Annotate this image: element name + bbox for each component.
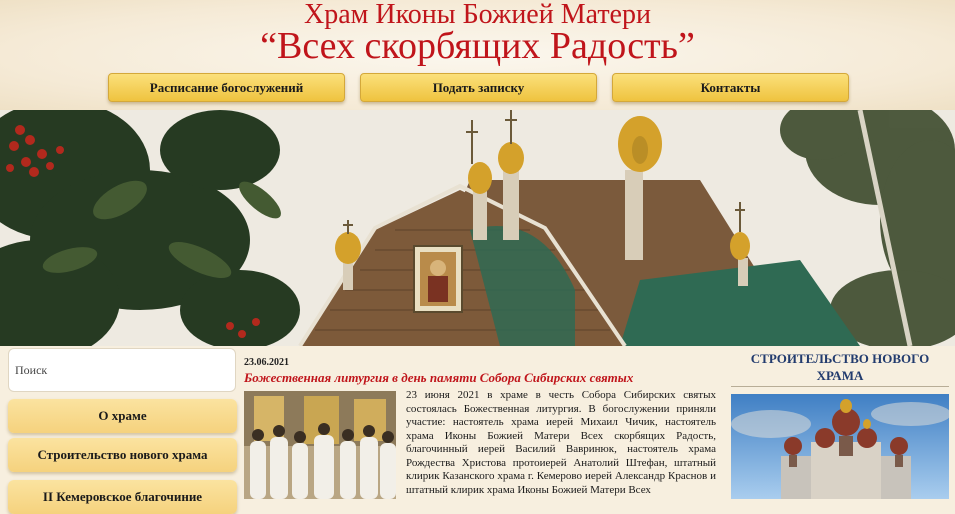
section-divider xyxy=(731,386,949,387)
nav-schedule-button[interactable]: Расписание богослужений xyxy=(108,73,345,102)
sidebar-item-deanery[interactable]: II Кемеровское благочиние xyxy=(8,480,237,514)
church-banner-illustration xyxy=(0,110,955,346)
post-excerpt: 23 июня 2021 в храме в честь Собора Сиби… xyxy=(406,389,716,496)
nav-contacts-button[interactable]: Контакты xyxy=(612,73,849,102)
new-church-section-title: СТРОИТЕЛЬСТВО НОВОГО ХРАМА xyxy=(750,351,930,383)
post-title-link[interactable]: Божественная литургия в день памяти Собо… xyxy=(244,370,633,386)
sidebar-item-about[interactable]: О храме xyxy=(8,399,237,433)
search-input[interactable] xyxy=(8,348,236,392)
post-date: 23.06.2021 xyxy=(244,357,289,368)
post-photo[interactable] xyxy=(244,391,396,499)
site-title-line2: “Всех скорбящих Радость” xyxy=(260,25,695,67)
church-banner-image xyxy=(0,110,955,346)
nav-submit-note-button[interactable]: Подать записку xyxy=(360,73,597,102)
sidebar-item-new-church-construction[interactable]: Строительство нового храма xyxy=(8,438,237,472)
new-church-photo[interactable] xyxy=(731,394,949,499)
